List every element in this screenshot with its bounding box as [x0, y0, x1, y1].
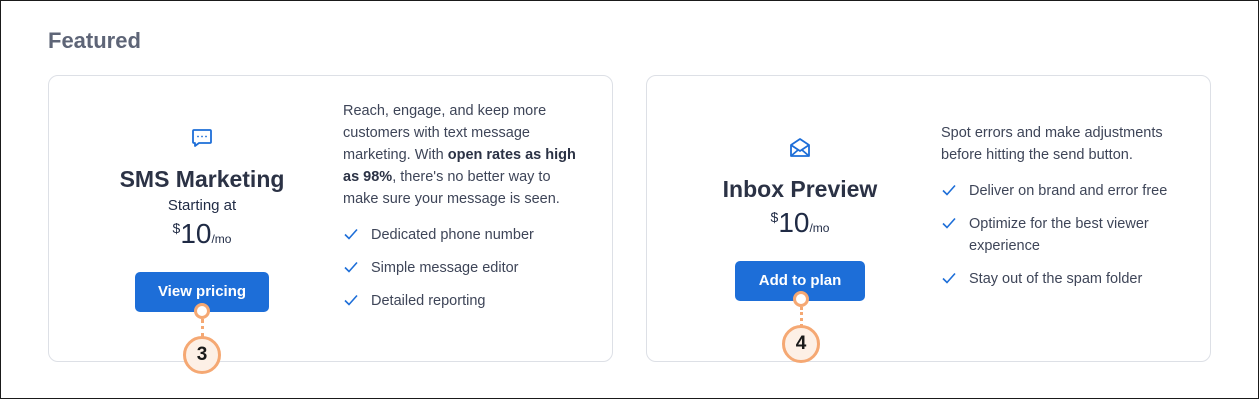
price-currency: $: [770, 209, 779, 225]
callout-anchor: [793, 291, 809, 307]
sms-summary: SMS Marketing Starting at $10/mo View pr…: [49, 126, 355, 312]
callout-connector: [800, 307, 803, 327]
product-name: Inbox Preview: [722, 176, 878, 202]
price-amount: 10: [778, 207, 810, 238]
product-name: SMS Marketing: [119, 166, 285, 192]
callout-anchor: [194, 303, 210, 319]
chat-bubble-icon: [190, 126, 214, 150]
feature-label: Optimize for the best viewer experience: [969, 216, 1149, 254]
checkmark-icon: [941, 270, 957, 286]
inbox-details: Spot errors and make adjustments before …: [941, 122, 1181, 301]
envelope-icon: [788, 136, 812, 160]
feature-item: Deliver on brand and error free: [941, 180, 1181, 202]
feature-label: Stay out of the spam folder: [969, 271, 1143, 287]
price: $10/mo: [49, 218, 355, 250]
sms-details: Reach, engage, and keep more customers w…: [343, 100, 583, 323]
feature-label: Dedicated phone number: [371, 227, 534, 243]
callout-badge: 4: [782, 325, 820, 363]
sms-marketing-card: SMS Marketing Starting at $10/mo View pr…: [48, 75, 613, 362]
feature-item: Optimize for the best viewer experience: [941, 213, 1181, 257]
sms-feature-list: Dedicated phone number Simple message ed…: [343, 224, 583, 312]
feature-item: Detailed reporting: [343, 290, 583, 312]
sms-description: Reach, engage, and keep more customers w…: [343, 100, 583, 210]
callout-connector: [201, 319, 204, 337]
inbox-preview-card: Inbox Preview $10/mo Add to plan Spot er…: [646, 75, 1211, 362]
starting-at-label: Starting at: [167, 197, 237, 214]
price-period: /mo: [211, 232, 232, 246]
checkmark-icon: [343, 292, 359, 308]
checkmark-icon: [941, 182, 957, 198]
feature-label: Detailed reporting: [371, 293, 486, 309]
feature-item: Dedicated phone number: [343, 224, 583, 246]
price-currency: $: [172, 220, 181, 236]
checkmark-icon: [343, 259, 359, 275]
feature-item: Simple message editor: [343, 257, 583, 279]
checkmark-icon: [941, 215, 957, 231]
inbox-feature-list: Deliver on brand and error free Optimize…: [941, 180, 1181, 290]
inbox-summary: Inbox Preview $10/mo Add to plan: [647, 136, 953, 301]
feature-label: Simple message editor: [371, 260, 519, 276]
price: $10/mo: [647, 207, 953, 239]
section-title: Featured: [48, 28, 141, 53]
checkmark-icon: [343, 226, 359, 242]
feature-item: Stay out of the spam folder: [941, 268, 1181, 290]
inbox-description: Spot errors and make adjustments before …: [941, 125, 1163, 163]
price-amount: 10: [180, 218, 212, 249]
callout-badge: 3: [183, 336, 221, 374]
price-period: /mo: [809, 221, 830, 235]
feature-label: Deliver on brand and error free: [969, 183, 1168, 199]
